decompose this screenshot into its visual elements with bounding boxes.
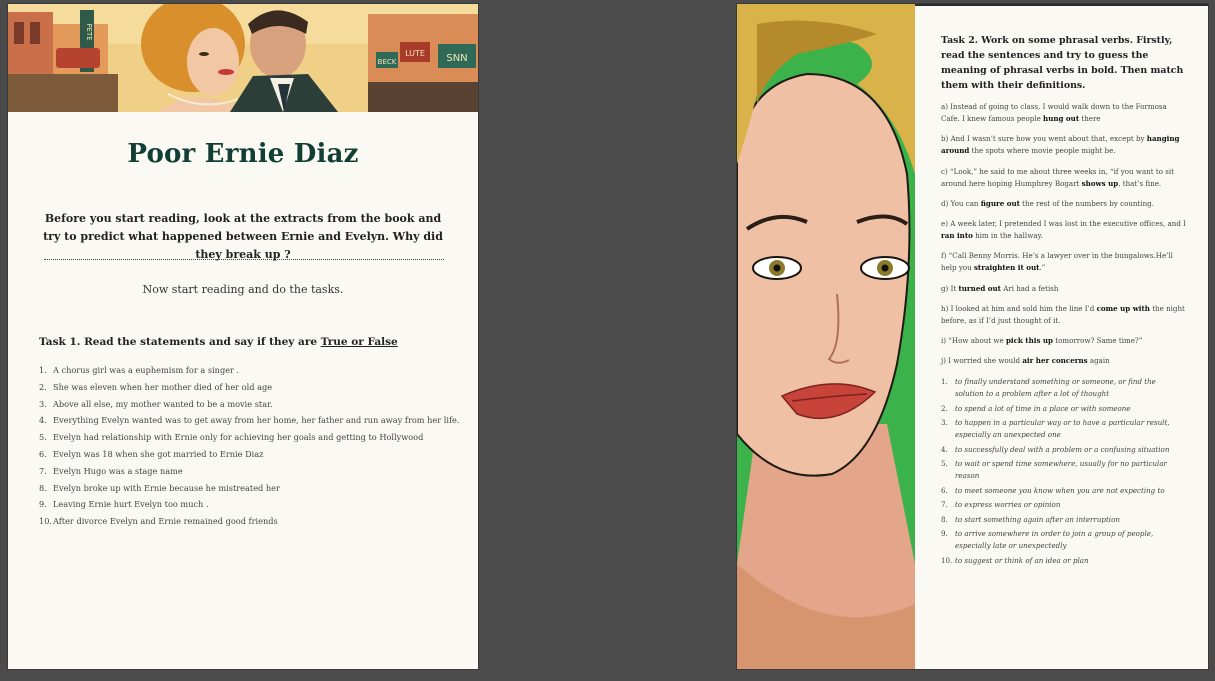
- task1-heading-text: Task 1. Read the statements and say if t…: [39, 336, 321, 348]
- statement-item: 3. Above all else, my mother wanted to be…: [39, 398, 273, 409]
- statement-item: 2. She was eleven when her mother died of…: [39, 381, 273, 392]
- page-title: Poor Ernie Diaz: [127, 139, 359, 169]
- banner-illustration: PETE LUTE BECK SNN: [8, 4, 478, 112]
- sentence-f: f) “Call Benny Morris. He’s a lawyer ove…: [941, 251, 1173, 273]
- definition-item: 8. to start something again after an inte…: [941, 514, 1120, 524]
- banner-sign-4: SNN: [446, 53, 467, 64]
- instruction-text: Now start reading and do the tasks.: [142, 283, 344, 296]
- sentence-c: c) “Look,” he said to me about three wee…: [941, 167, 1174, 189]
- statement-item: 5. Evelyn had relationship with Ernie onl…: [39, 432, 424, 443]
- statement-item: 10.After divorce Evelyn and Ernie remain…: [39, 516, 278, 527]
- banner-sign-3: BECK: [378, 58, 397, 66]
- portrait-illustration: [737, 4, 915, 669]
- definition-item: 10. to suggest or think of an idea or pla…: [941, 555, 1089, 565]
- document-page-2: Task 2. Work on some phrasal verbs. Firs…: [737, 4, 1208, 669]
- sentence-j: j) I worried she would air her concerns …: [941, 356, 1110, 365]
- definition-item: 4. to successfully deal with a problem or…: [941, 444, 1170, 454]
- statement-item: 7. Evelyn Hugo was a stage name: [39, 465, 183, 476]
- definition-item: 2. to spend a lot of time in a place or w…: [941, 403, 1131, 413]
- intro-text: Before you start reading, look at the ex…: [43, 212, 443, 261]
- statement-item: 8. Evelyn broke up with Ernie because he …: [39, 482, 280, 493]
- sentence-a: a) Instead of going to class, I would wa…: [941, 102, 1167, 124]
- sentence-d: d) You can figure out the rest of the nu…: [941, 199, 1154, 208]
- definitions-list: 1. to finally understand something or som…: [941, 376, 1186, 569]
- statement-item: 1. A chorus girl was a euphemism for a si…: [39, 365, 240, 375]
- sentence-e: e) A week later, I pretended I was lost …: [941, 219, 1186, 241]
- definition-item: 1. to finally understand something or som…: [941, 377, 1156, 398]
- sentence-h: h) I looked at him and sold him the line…: [941, 304, 1185, 326]
- definition-item: 3. to happen in a particular way or to ha…: [941, 418, 1170, 439]
- sentence-b: b) And I wasn’t sure how you went about …: [941, 134, 1180, 156]
- definition-item: 7. to express worries or opinion: [941, 500, 1061, 509]
- task1-heading-underlined: True or False: [320, 336, 398, 348]
- statement-item: 9. Leaving Ernie hurt Evelyn too much .: [39, 499, 209, 510]
- document-page-1: PETE LUTE BECK SNN Poor Ernie Diaz Befor…: [8, 4, 478, 669]
- task1-heading: Task 1. Read the statements and say if t…: [39, 336, 398, 348]
- task1-statement-list: 1. A chorus girl was a euphemism for a si…: [39, 362, 460, 530]
- sentence-g: g) It turned out Ari had a fetish: [941, 284, 1059, 293]
- statement-item: 6. Evelyn was 18 when she got married to …: [39, 448, 264, 459]
- sentence-i: i) “How about we pick this up tomorrow? …: [941, 336, 1143, 345]
- definition-item: 6. to meet someone you know when you are …: [941, 485, 1165, 495]
- definition-item: 9. to arrive somewhere in order to join a…: [941, 529, 1154, 550]
- banner-sign-2: LUTE: [405, 49, 425, 58]
- page-top-rule: [915, 4, 1208, 6]
- statement-item: 4. Everything Evelyn wanted was to get aw…: [39, 415, 460, 426]
- answer-line: [44, 259, 444, 260]
- definition-item: 5. to wait or spend time somewhere, usual…: [941, 459, 1167, 480]
- banner-sign-1: PETE: [85, 23, 93, 40]
- task2-heading: Task 2. Work on some phrasal verbs. Firs…: [941, 35, 1184, 91]
